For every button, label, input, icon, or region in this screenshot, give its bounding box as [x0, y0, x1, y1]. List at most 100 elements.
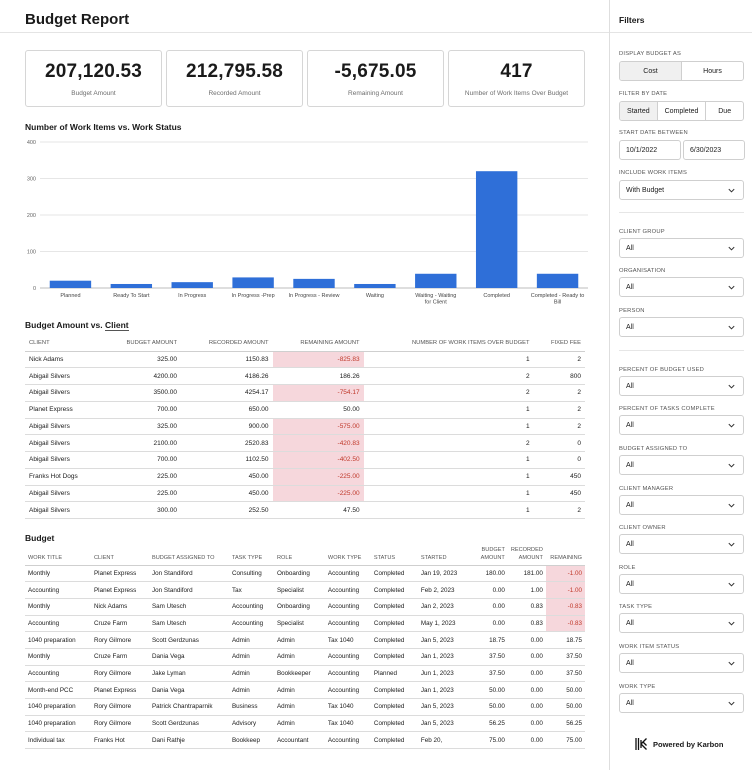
table-row[interactable]: Monthly Nick Adams Sam Utesch Accounting Onb… — [25, 598, 585, 616]
table-row[interactable]: 1040 preparation Rory Gilmore Scott Gerdzu… — [25, 631, 585, 649]
table-row[interactable]: Monthly Planet Express Jon Standiford Consu… — [25, 565, 585, 583]
table-cell: 2 — [363, 367, 534, 385]
table-cell: 2 — [363, 434, 534, 452]
filter-select[interactable]: All — [619, 653, 744, 673]
start-date-from-input[interactable]: 10/1/2022 — [619, 140, 681, 160]
table-cell: 450 — [533, 485, 585, 503]
y-tick-label: 0 — [33, 286, 36, 292]
table-cell: Accounting — [324, 581, 371, 599]
table-header-row: CLIENT BUDGET AMOUNT RECORDED AMOUNT REMAIN… — [25, 336, 585, 352]
table-row[interactable]: Abigail Silvers 2100.00 2520.83 -420.83 2 0 — [25, 434, 585, 452]
filter-select[interactable]: All — [619, 238, 744, 258]
table-cell: 1 — [363, 401, 534, 419]
bar — [110, 283, 153, 288]
select-value: All — [626, 283, 634, 291]
table-cell: Scott Gerdzunas — [148, 715, 229, 733]
table-row[interactable]: Planet Express 700.00 650.00 50.00 1 2 — [25, 401, 585, 419]
kpi-value: 207,120.53 — [44, 61, 143, 82]
table-cell: 800 — [533, 367, 585, 385]
table-row[interactable]: Individual tax Franks Hot Dani Rathje Bookk… — [25, 731, 585, 750]
chevron-down-icon — [728, 701, 735, 706]
table-cell: Completed — [370, 648, 418, 666]
table-row[interactable]: Monthly Cruze Farm Dania Vega Admin Admin Acc… — [25, 648, 585, 666]
filter-select[interactable]: All — [619, 376, 744, 396]
select-value: All — [626, 659, 634, 667]
filter-select[interactable]: All — [619, 534, 744, 554]
table-cell: 325.00 — [101, 351, 182, 369]
table-row[interactable]: Accounting Planet Express Jon Standiford Ta… — [25, 581, 585, 599]
filter-select[interactable]: All — [619, 277, 744, 297]
report-main: Budget Report 207,120.53 Budget Amount 2… — [0, 0, 609, 770]
table-cell: -0.83 — [545, 598, 585, 616]
filter-label: CLIENT GROUP — [619, 229, 665, 235]
table-row[interactable]: Abigail Silvers 3500.00 4254.17 -754.17 2 2 — [25, 384, 585, 402]
table-cell: 0 — [533, 451, 585, 469]
table-cell: Business — [228, 698, 274, 716]
toggle-started[interactable]: Started — [620, 102, 658, 120]
y-tick-label: 300 — [27, 177, 36, 183]
filter-select[interactable]: All — [619, 613, 744, 633]
toggle-due[interactable]: Due — [706, 102, 743, 120]
table-cell: Bookkeep — [228, 731, 274, 750]
include-work-items-select[interactable]: With Budget — [619, 180, 744, 200]
chevron-down-icon — [728, 423, 735, 428]
kpi-label: Number of Work Items Over Budget — [464, 90, 569, 97]
table-cell: 0.00 — [507, 681, 546, 699]
table-row[interactable]: 1040 preparation Rory Gilmore Scott Gerdzu… — [25, 715, 585, 733]
filter-select[interactable]: All — [619, 693, 744, 713]
table-cell: Sam Utesch — [148, 615, 229, 633]
kpi-value: 417 — [500, 61, 533, 82]
table-row[interactable]: Franks Hot Dogs 225.00 450.00 -225.00 1 450 — [25, 468, 585, 486]
toggle-completed[interactable]: Completed — [658, 102, 707, 120]
table-row[interactable]: 1040 preparation Rory Gilmore Patrick Chan… — [25, 698, 585, 716]
table-row[interactable]: Accounting Rory Gilmore Jake Lyman Admin Boo… — [25, 665, 585, 683]
table-cell: 4254.17 — [181, 384, 273, 402]
table-row[interactable]: Abigail Silvers 325.00 900.00 -575.00 1 2 — [25, 418, 585, 436]
toggle-cost[interactable]: Cost — [620, 62, 682, 80]
column-header: CLIENT — [90, 543, 149, 566]
column-header: BUDGET AMOUNT — [467, 543, 508, 566]
table-cell: Jan 19, 2023 — [417, 565, 468, 583]
table-row[interactable]: Month-end PCC Planet Express Dania Vega Adm… — [25, 681, 585, 699]
table-row[interactable]: Abigail Silvers 4200.00 4186.26 186.26 2 800 — [25, 367, 585, 385]
column-header: BUDGET AMOUNT — [101, 336, 182, 352]
filter-select[interactable]: All — [619, 455, 744, 475]
filter-select[interactable]: All — [619, 574, 744, 594]
table-cell: Completed — [370, 565, 418, 583]
table-cell: Completed — [370, 731, 418, 750]
x-tick-label: Ready To Start — [113, 293, 150, 299]
table-row[interactable]: Abigail Silvers 700.00 1102.50 -402.50 1 0 — [25, 451, 585, 469]
bar — [415, 273, 457, 288]
table-row[interactable]: Abigail Silvers 300.00 252.50 47.50 1 2 — [25, 501, 585, 519]
y-tick-label: 200 — [27, 213, 36, 219]
table-row[interactable]: Nick Adams 325.00 1150.83 -825.83 1 2 — [25, 351, 585, 369]
table-cell: 1040 preparation — [25, 631, 91, 649]
table-row[interactable]: Accounting Cruze Farm Sam Utesch Accounting… — [25, 615, 585, 633]
kpi-work-items-over-budget: 417 Number of Work Items Over Budget — [448, 50, 585, 107]
title-divider — [0, 32, 609, 33]
table-cell: 75.00 — [467, 731, 508, 750]
powered-by-karbon[interactable]: Powered by Karbon — [634, 737, 723, 751]
display-budget-as-toggle: Cost Hours — [619, 61, 744, 81]
filter-select[interactable]: All — [619, 317, 744, 337]
table-cell: 325.00 — [101, 418, 182, 436]
table-cell: Accounting — [324, 565, 371, 583]
toggle-hours[interactable]: Hours — [682, 62, 743, 80]
kpi-value: -5,675.05 — [334, 61, 417, 82]
table-cell: 1150.83 — [181, 351, 273, 369]
table-cell: 0.00 — [467, 598, 508, 616]
column-header: STATUS — [370, 543, 418, 566]
table-cell: Accounting — [324, 615, 371, 633]
table-row[interactable]: Abigail Silvers 225.00 450.00 -225.00 1 450 — [25, 485, 585, 503]
table-cell: 50.00 — [467, 681, 508, 699]
start-date-to-input[interactable]: 6/30/2023 — [683, 140, 745, 160]
x-tick-label: Waiting — [366, 293, 384, 299]
chart-title: Number of Work Items vs. Work Status — [25, 122, 182, 132]
filter-select[interactable]: All — [619, 415, 744, 435]
filter-select[interactable]: All — [619, 495, 744, 515]
table-cell: 900.00 — [181, 418, 273, 436]
table-cell: Completed — [370, 681, 418, 699]
table-cell: Scott Gerdzunas — [148, 631, 229, 649]
table-cell: 37.50 — [467, 648, 508, 666]
table-cell: 1040 preparation — [25, 715, 91, 733]
